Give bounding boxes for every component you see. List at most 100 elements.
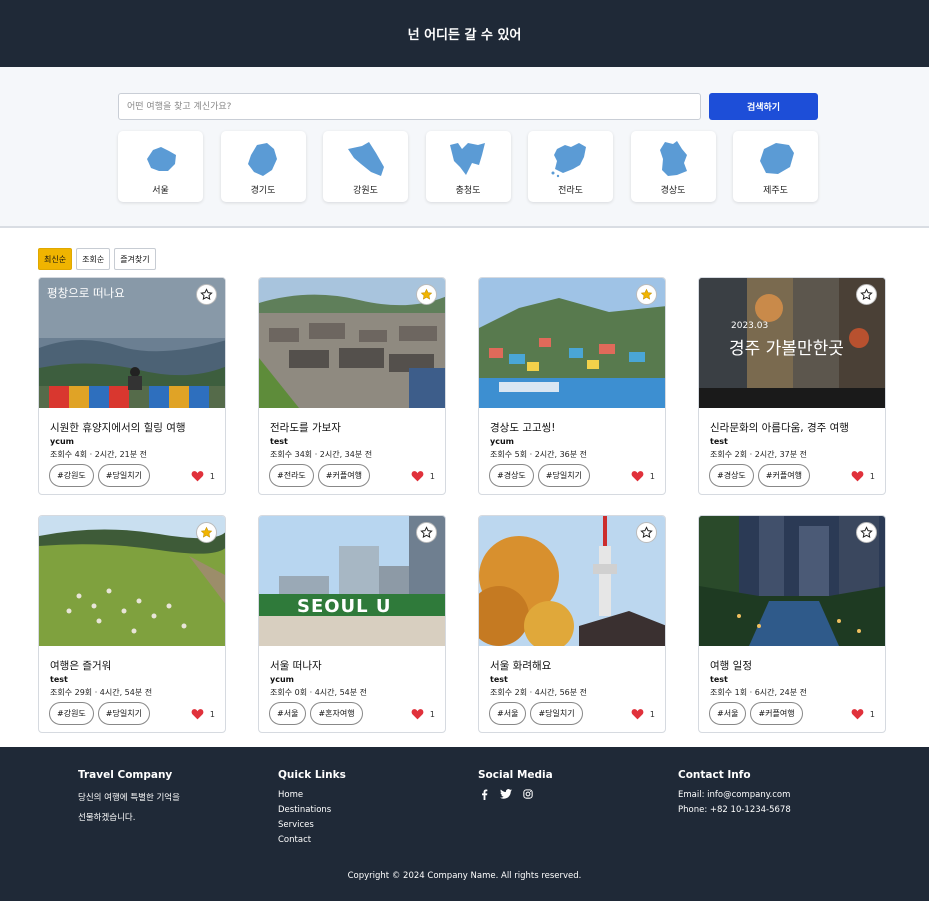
facebook-icon[interactable] xyxy=(478,788,490,800)
search-input[interactable] xyxy=(118,93,701,120)
like-button[interactable]: 1 xyxy=(851,470,875,482)
star-filled-icon xyxy=(420,288,433,300)
post-card[interactable]: 여행은 즐거워 test 조회수 29회 · 4시간, 54분 전 #강원도 #… xyxy=(38,515,226,733)
tag-chip[interactable]: #혼자여행 xyxy=(310,702,363,725)
post-card[interactable]: SEOUL U 서울 떠나자 ycum 조회수 0회 · 4시간, 54분 전 … xyxy=(258,515,446,733)
footer-link-destinations[interactable]: Destinations xyxy=(278,803,346,818)
post-author: test xyxy=(710,675,728,684)
post-author: ycum xyxy=(490,437,514,446)
region-chungcheong[interactable]: 충청도 xyxy=(425,131,511,202)
tag-list: #강원도 #당일치기 xyxy=(49,464,150,487)
footer-company-line2: 선물하겠습니다. xyxy=(78,813,136,823)
tag-chip[interactable]: #강원도 xyxy=(49,464,94,487)
favorite-button[interactable] xyxy=(416,284,437,305)
post-meta: 조회수 5회 · 2시간, 36분 전 xyxy=(490,450,588,459)
post-meta: 조회수 2회 · 2시간, 37분 전 xyxy=(710,450,808,459)
heart-icon xyxy=(851,471,864,482)
tag-chip[interactable]: #서울 xyxy=(489,702,527,725)
region-gangwon[interactable]: 강원도 xyxy=(323,131,408,202)
favorite-button[interactable] xyxy=(856,284,877,305)
tag-chip[interactable]: #강원도 xyxy=(49,702,94,725)
like-count: 1 xyxy=(209,471,215,481)
region-jeju[interactable]: 제주도 xyxy=(733,131,818,202)
post-title: 신라문화의 아름다움, 경주 여행 xyxy=(710,422,849,434)
sort-favorites-tab[interactable]: 즐겨찾기 xyxy=(114,248,156,270)
tag-chip[interactable]: #당일치기 xyxy=(537,464,590,487)
footer-quick-links: Quick Links Home Destinations Services C… xyxy=(278,769,346,848)
post-title: 시원한 휴양지에서의 힐링 여행 xyxy=(50,422,186,434)
favorite-button[interactable] xyxy=(196,284,217,305)
like-button[interactable]: 1 xyxy=(631,470,655,482)
region-jeolla[interactable]: 전라도 xyxy=(528,131,613,202)
page-title: 넌 어디든 갈 수 있어 xyxy=(407,28,522,43)
tag-chip[interactable]: #커플여행 xyxy=(757,464,810,487)
post-meta: 조회수 29회 · 4시간, 54분 전 xyxy=(50,688,153,697)
tag-chip[interactable]: #전라도 xyxy=(269,464,314,487)
favorite-button[interactable] xyxy=(196,522,217,543)
region-list: 서울 경기도 강원도 충청도 전라도 경상도 제주도 xyxy=(118,131,818,203)
post-card[interactable]: 평창으로 떠나요 시원한 휴양지에서의 힐링 여행 ycum 조회수 4회 · … xyxy=(38,277,226,495)
region-gyeongsang[interactable]: 경상도 xyxy=(630,131,716,202)
post-card[interactable]: 경상도 고고씽! ycum 조회수 5회 · 2시간, 36분 전 #경상도 #… xyxy=(478,277,666,495)
star-outline-icon xyxy=(860,526,873,539)
post-card[interactable]: 서울 화려해요 test 조회수 2회 · 4시간, 56분 전 #서울 #당일… xyxy=(478,515,666,733)
like-count: 1 xyxy=(649,471,655,481)
like-button[interactable]: 1 xyxy=(631,708,655,720)
footer-link-home[interactable]: Home xyxy=(278,788,346,803)
footer-email: Email: info@company.com xyxy=(678,790,791,800)
favorite-button[interactable] xyxy=(636,522,657,543)
tag-chip[interactable]: #당일치기 xyxy=(97,702,150,725)
footer: Travel Company 당신의 여행에 특별한 기억을 선물하겠습니다. … xyxy=(0,747,929,901)
region-label: 경기도 xyxy=(250,186,276,196)
post-title: 여행은 즐거워 xyxy=(50,660,112,672)
region-label: 강원도 xyxy=(353,186,378,196)
tag-list: #전라도 #커플여행 xyxy=(269,464,370,487)
region-seoul[interactable]: 서울 xyxy=(118,131,203,202)
like-count: 1 xyxy=(429,709,435,719)
tag-chip[interactable]: #당일치기 xyxy=(530,702,583,725)
like-button[interactable]: 1 xyxy=(191,708,215,720)
sort-latest-tab[interactable]: 최신순 xyxy=(38,248,73,270)
footer-link-services[interactable]: Services xyxy=(278,818,346,833)
sort-views-tab[interactable]: 조회순 xyxy=(76,248,111,270)
tag-list: #서울 #커플여행 xyxy=(709,702,803,725)
post-meta: 조회수 2회 · 4시간, 56분 전 xyxy=(490,688,588,697)
region-gyeonggi[interactable]: 경기도 xyxy=(220,131,306,202)
favorite-button[interactable] xyxy=(416,522,437,543)
star-outline-icon xyxy=(200,288,213,301)
heart-icon xyxy=(191,471,204,482)
tag-chip[interactable]: #커플여행 xyxy=(750,702,803,725)
tag-list: #경상도 #당일치기 xyxy=(489,464,590,487)
like-button[interactable]: 1 xyxy=(411,470,435,482)
jeju-map-icon xyxy=(759,143,794,174)
search-button[interactable]: 검색하기 xyxy=(709,93,818,120)
twitter-icon[interactable] xyxy=(500,788,512,800)
gyeonggi-map-icon xyxy=(248,143,277,176)
tag-chip[interactable]: #경상도 xyxy=(489,464,534,487)
post-meta: 조회수 4회 · 2시간, 21분 전 xyxy=(50,450,148,459)
thumbnail-overlay-subtext: 2023.03 xyxy=(731,321,769,331)
post-author: ycum xyxy=(50,437,74,446)
like-count: 1 xyxy=(869,471,875,481)
tag-chip[interactable]: #커플여행 xyxy=(317,464,370,487)
tag-chip[interactable]: #서울 xyxy=(269,702,307,725)
post-card[interactable]: 전라도를 가보자 test 조회수 34회 · 2시간, 34분 전 #전라도 … xyxy=(258,277,446,495)
favorite-button[interactable] xyxy=(856,522,877,543)
tag-chip[interactable]: #당일치기 xyxy=(97,464,150,487)
post-author: test xyxy=(50,675,68,684)
gyeongsang-map-icon xyxy=(660,141,687,176)
thumbnail-overlay-text: SEOUL U xyxy=(297,596,392,617)
thumbnail-overlay-text: 경주 가볼만한곳 xyxy=(729,339,844,359)
post-card[interactable]: 여행 일정 test 조회수 1회 · 6시간, 24분 전 #서울 #커플여행… xyxy=(698,515,886,733)
jeolla-map-icon xyxy=(551,143,586,178)
tag-chip[interactable]: #서울 xyxy=(709,702,747,725)
tag-chip[interactable]: #경상도 xyxy=(709,464,754,487)
like-button[interactable]: 1 xyxy=(851,708,875,720)
instagram-icon[interactable] xyxy=(522,788,534,800)
footer-link-contact[interactable]: Contact xyxy=(278,833,346,848)
post-card[interactable]: 2023.03 경주 가볼만한곳 신라문화의 아름다움, 경주 여행 test … xyxy=(698,277,886,495)
like-button[interactable]: 1 xyxy=(411,708,435,720)
star-filled-icon xyxy=(200,526,213,538)
favorite-button[interactable] xyxy=(636,284,657,305)
like-button[interactable]: 1 xyxy=(191,470,215,482)
